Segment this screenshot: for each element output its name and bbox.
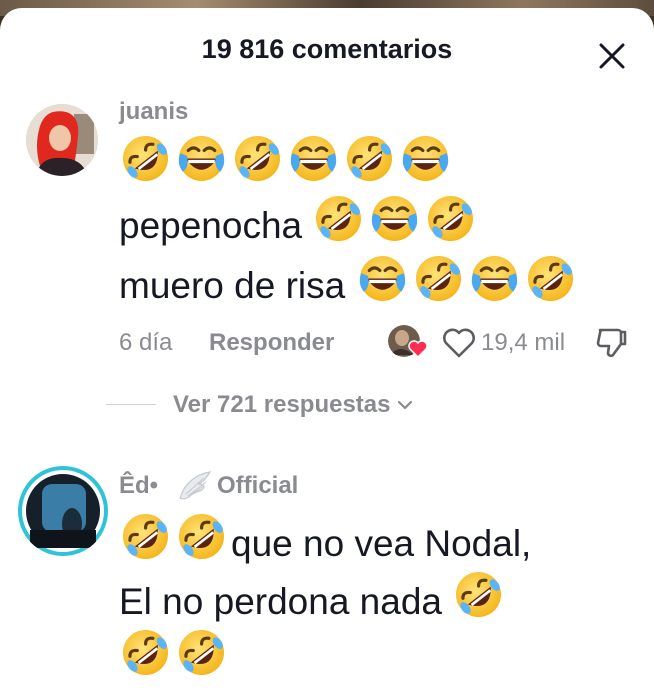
comment-text: muero de risa xyxy=(119,265,346,306)
rofl-emoji xyxy=(424,192,477,245)
joy-emoji xyxy=(175,132,228,185)
reply-button[interactable]: Responder xyxy=(209,329,334,357)
joy-emoji xyxy=(468,252,521,305)
like-count: 19,4 mil xyxy=(481,329,566,356)
avatar[interactable] xyxy=(26,104,98,176)
comment-time: 6 día xyxy=(119,329,173,356)
rofl-emoji xyxy=(452,568,505,621)
comment-username[interactable]: juanis xyxy=(119,98,188,126)
comment-text-line: que no vea Nodal, xyxy=(119,510,531,573)
comment-text: que no vea Nodal, xyxy=(231,523,532,564)
view-replies-label: Ver 721 respuestas xyxy=(173,391,391,418)
wing-icon xyxy=(179,471,212,500)
dislike-icon[interactable] xyxy=(594,324,630,360)
rofl-emoji xyxy=(119,510,172,563)
joy-emoji xyxy=(356,252,409,305)
replies-divider xyxy=(106,404,156,405)
view-replies-button[interactable]: Ver 721 respuestas xyxy=(173,391,415,419)
creator-heart-icon xyxy=(408,340,428,358)
rofl-emoji xyxy=(343,132,396,185)
comments-count-title: 19 816 comentarios xyxy=(201,34,453,64)
chevron-down-icon xyxy=(397,400,412,410)
joy-emoji xyxy=(287,132,340,185)
rofl-emoji xyxy=(412,252,465,305)
comment-username[interactable]: Êd• xyxy=(119,472,158,500)
comment-text-line xyxy=(119,626,231,689)
joy-emoji xyxy=(368,192,421,245)
heart-outline-icon[interactable] xyxy=(441,327,477,359)
avatar[interactable] xyxy=(18,466,108,556)
rofl-emoji xyxy=(312,192,365,245)
rofl-emoji xyxy=(175,626,228,679)
comment-text-line: muero de risa xyxy=(119,252,580,315)
rofl-emoji xyxy=(175,510,228,563)
close-icon[interactable] xyxy=(596,40,628,72)
comment-text-line: El no perdona nada xyxy=(119,568,508,631)
rofl-emoji xyxy=(524,252,577,305)
comment-text: pepenocha xyxy=(119,205,303,246)
official-badge: Official xyxy=(217,472,299,499)
rofl-emoji xyxy=(119,626,172,679)
joy-emoji xyxy=(399,132,452,185)
comment-text: El no perdona nada xyxy=(119,581,442,622)
rofl-emoji xyxy=(231,132,284,185)
rofl-emoji xyxy=(119,132,172,185)
comment-text-line: pepenocha xyxy=(119,192,480,255)
comment-text-line xyxy=(119,132,455,195)
